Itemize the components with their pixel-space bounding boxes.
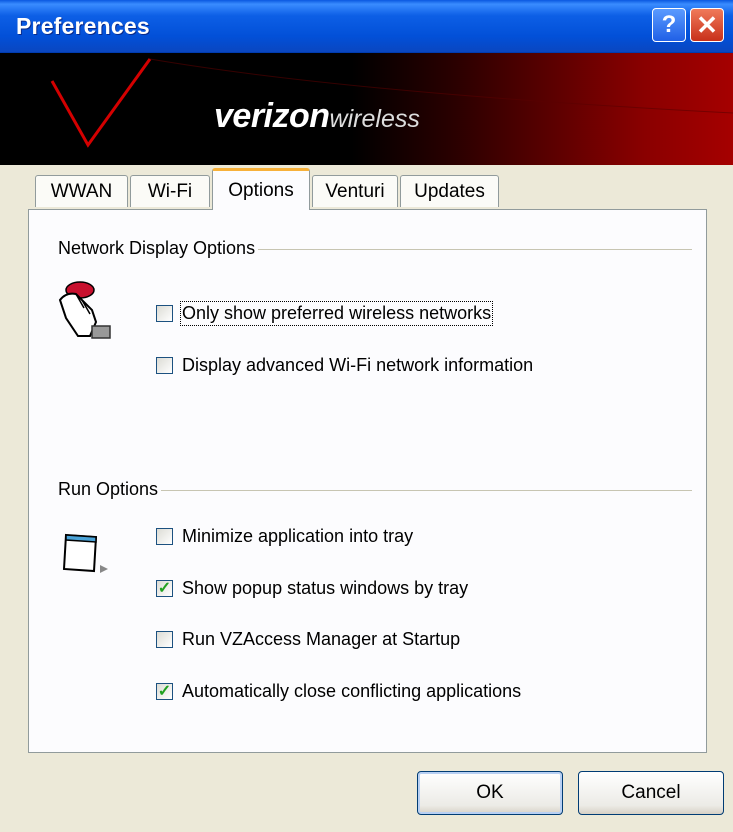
tab-label: Options (228, 179, 294, 201)
network-group-label: Network Display Options (58, 238, 259, 259)
tab-label: WWAN (50, 180, 113, 202)
close-button[interactable]: ✕ (690, 8, 724, 42)
checkbox-run-at-startup[interactable]: Run VZAccess Manager at Startup (156, 629, 460, 650)
checkbox-label[interactable]: Display advanced Wi-Fi network informati… (182, 355, 533, 376)
checkbox-box[interactable]: ✓ (156, 683, 173, 700)
checkmark-icon: ✓ (157, 682, 172, 700)
checkbox-label[interactable]: Show popup status windows by tray (182, 578, 468, 599)
checkbox-display-advanced[interactable]: Display advanced Wi-Fi network informati… (156, 355, 533, 376)
run-group-label: Run Options (58, 479, 162, 500)
ok-button[interactable]: OK (417, 771, 563, 815)
title-bar: Preferences ? ✕ (0, 0, 733, 53)
checkbox-box[interactable] (156, 631, 173, 648)
checkbox-box[interactable] (156, 305, 173, 322)
logo-part-2: zon (272, 97, 331, 135)
window-title: Preferences (16, 13, 150, 39)
checkbox-label[interactable]: Only show preferred wireless networks (179, 301, 494, 326)
checkbox-label[interactable]: Automatically close conflicting applicat… (182, 681, 521, 702)
checkbox-box[interactable]: ✓ (156, 580, 173, 597)
tab-venturi[interactable]: Venturi (312, 175, 398, 207)
logo-part-3: wireless (329, 105, 420, 133)
tab-wwan[interactable]: WWAN (35, 175, 128, 207)
cancel-button[interactable]: Cancel (578, 771, 724, 815)
tab-options[interactable]: Options (212, 168, 310, 210)
verizon-logo: verizonwireless (214, 97, 420, 136)
tab-label: Venturi (325, 180, 385, 202)
help-button[interactable]: ? (652, 8, 686, 42)
checkbox-box[interactable] (156, 357, 173, 374)
checkbox-box[interactable] (156, 528, 173, 545)
verizon-banner: verizonwireless (0, 53, 733, 165)
window-tray-icon (62, 533, 108, 573)
tab-label: Wi-Fi (147, 180, 193, 202)
cancel-label: Cancel (621, 782, 681, 803)
tab-wifi[interactable]: Wi-Fi (130, 175, 210, 207)
checkbox-minimize-tray[interactable]: Minimize application into tray (156, 526, 413, 547)
checkbox-only-preferred[interactable]: Only show preferred wireless networks (156, 301, 494, 326)
help-icon: ? (661, 11, 677, 38)
close-icon: ✕ (696, 9, 718, 40)
logo-part-1: veri (214, 97, 273, 135)
checkbox-show-popup[interactable]: ✓ Show popup status windows by tray (156, 578, 468, 599)
ok-label: OK (476, 782, 504, 803)
checkbox-auto-close[interactable]: ✓ Automatically close conflicting applic… (156, 681, 521, 702)
checkbox-label[interactable]: Run VZAccess Manager at Startup (182, 629, 460, 650)
checkbox-label[interactable]: Minimize application into tray (182, 526, 413, 547)
tab-label: Updates (414, 180, 485, 202)
hand-pointer-icon (58, 281, 111, 339)
checkmark-icon: ✓ (157, 579, 172, 597)
tab-updates[interactable]: Updates (400, 175, 499, 207)
